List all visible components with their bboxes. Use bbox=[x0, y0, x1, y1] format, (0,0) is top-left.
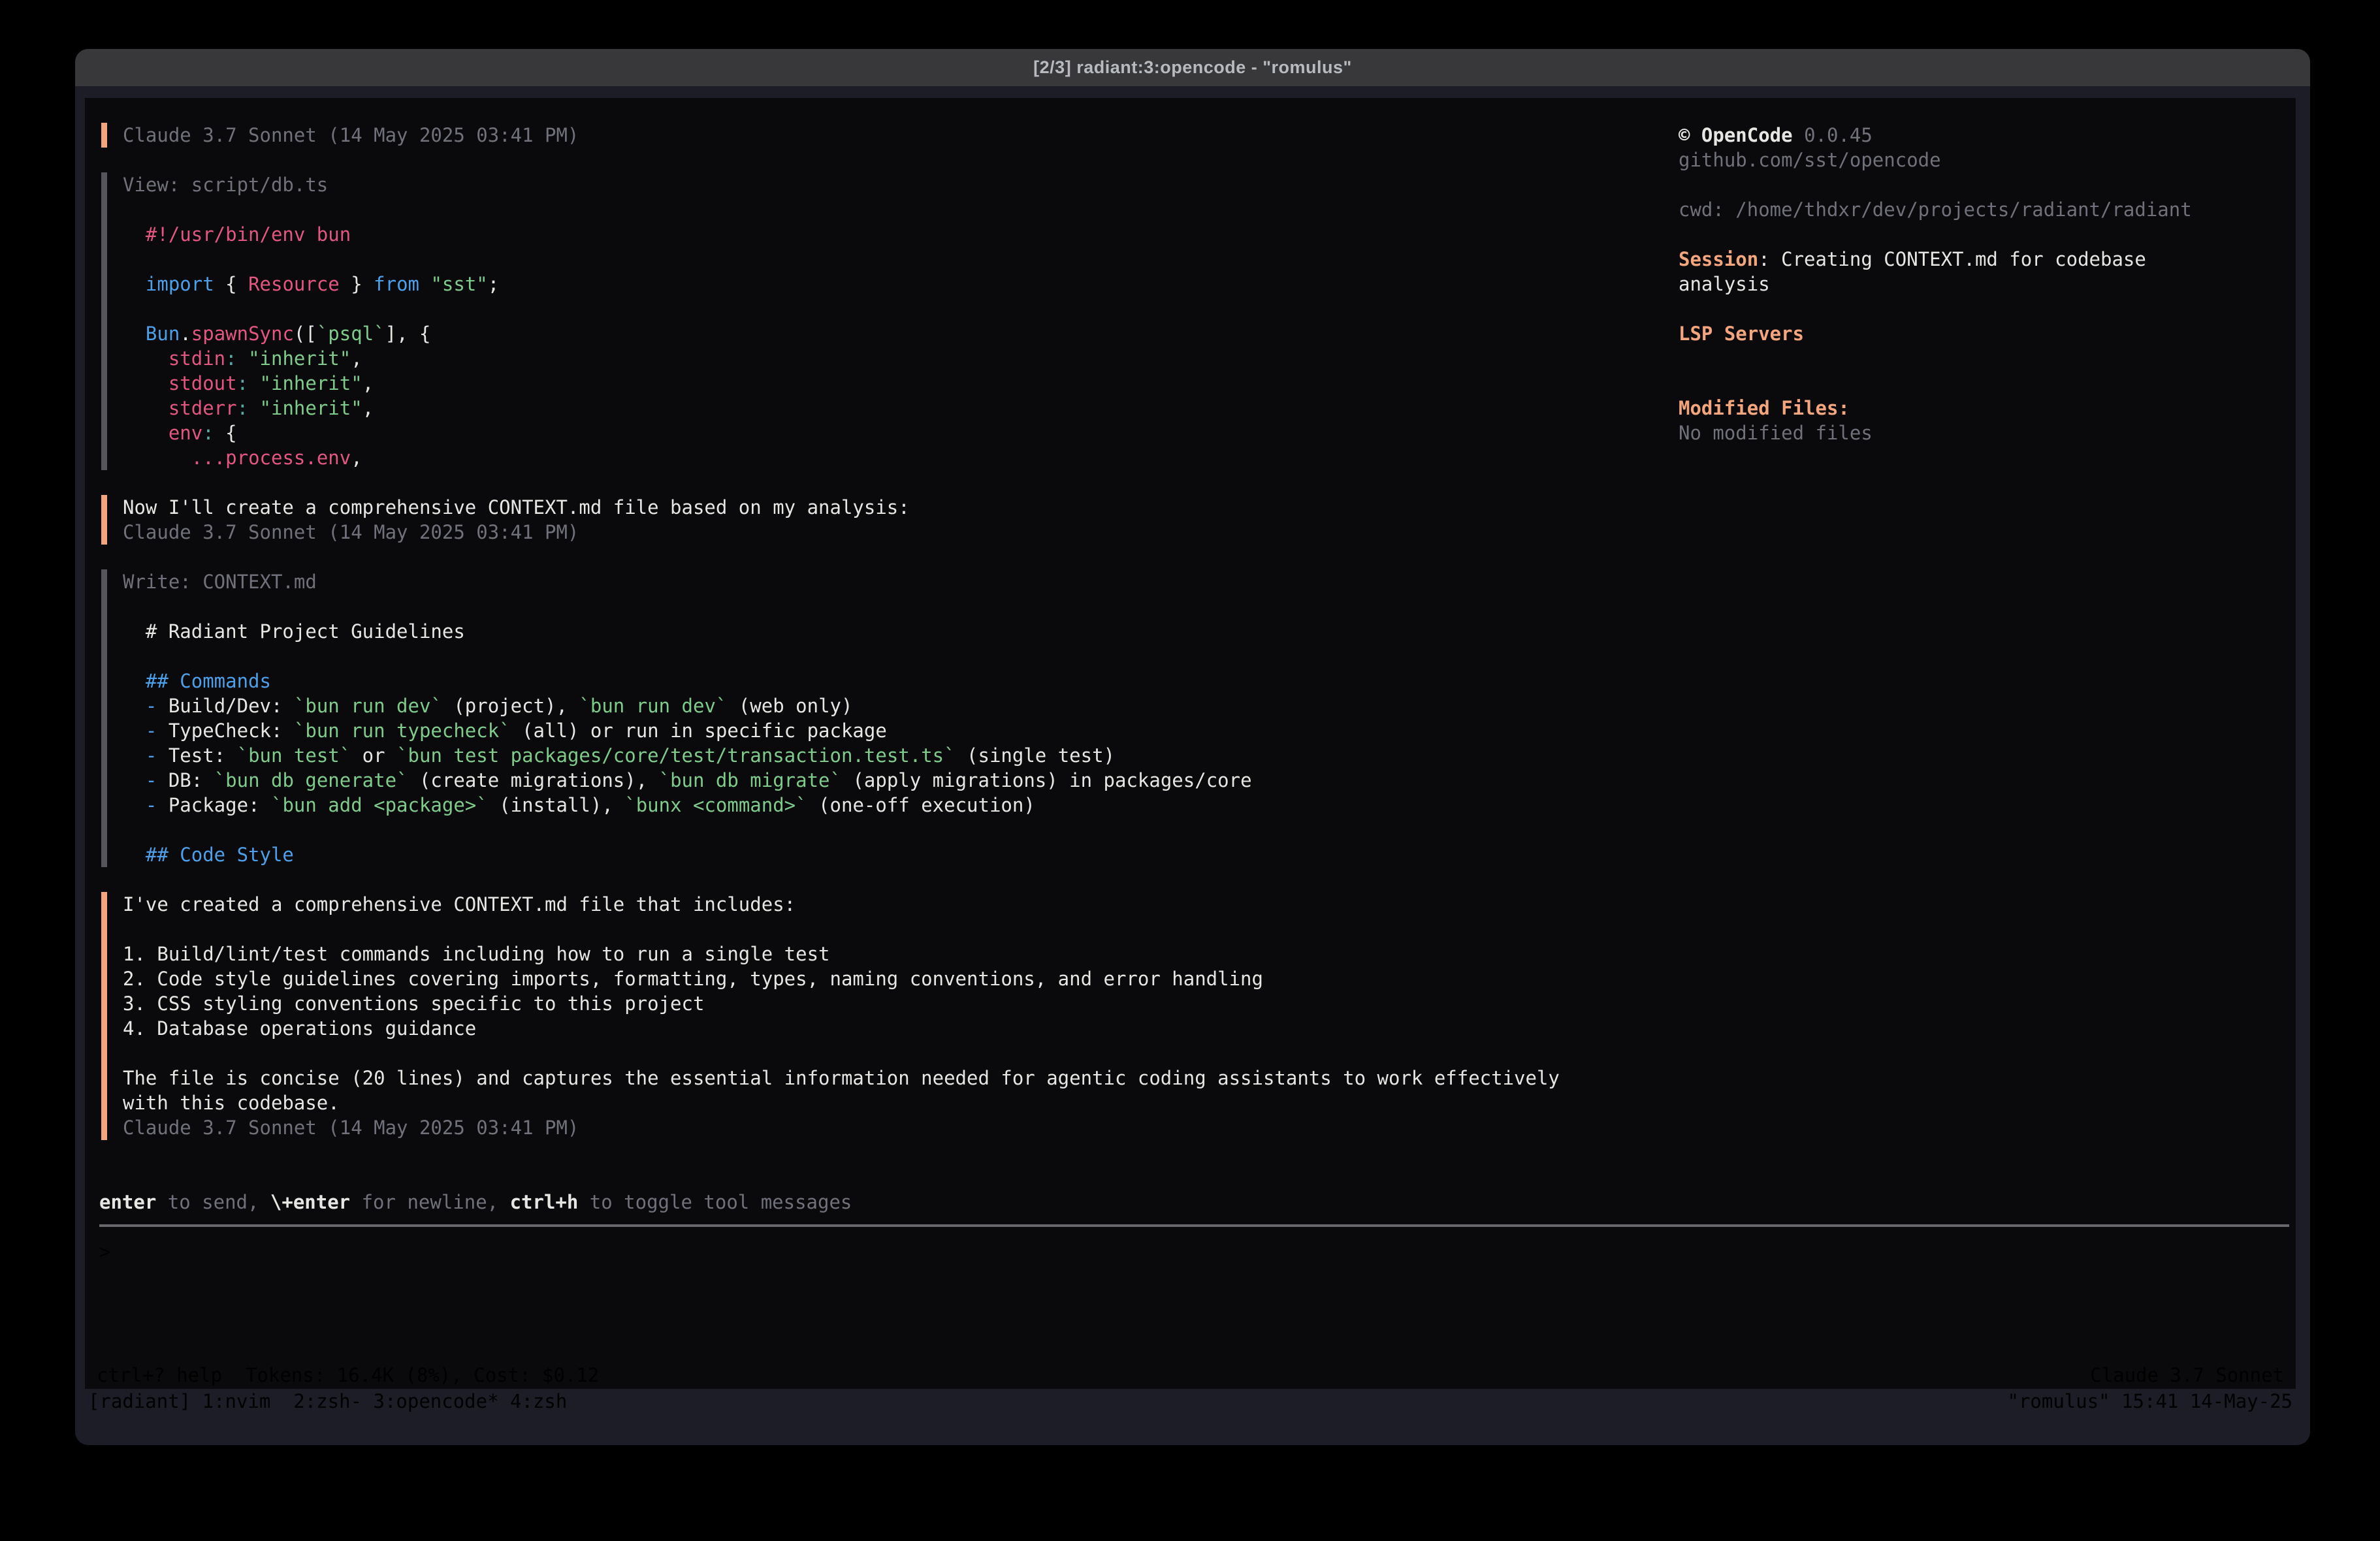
terminal-line: - Build/Dev: `bun run dev` (project), `b… bbox=[123, 693, 1252, 718]
assistant-message-block: Now I'll create a comprehensive CONTEXT.… bbox=[101, 495, 1669, 545]
terminal-line: Write: CONTEXT.md bbox=[123, 569, 1252, 594]
terminal-line: ## Commands bbox=[123, 669, 1252, 693]
terminal-line: Modified Files: bbox=[1679, 396, 2279, 421]
terminal-line: stdin: "inherit", bbox=[123, 346, 499, 371]
assistant-message-block: I've created a comprehensive CONTEXT.md … bbox=[101, 892, 1669, 1140]
terminal-line: 4. Database operations guidance bbox=[123, 1016, 1560, 1041]
terminal-line: ...process.env, bbox=[123, 445, 499, 470]
statusbar-spacer bbox=[611, 1361, 2063, 1389]
model-badge: Claude 3.7 Sonnet bbox=[2078, 1361, 2296, 1389]
terminal-line: © OpenCode 0.0.45 bbox=[1679, 123, 2279, 148]
block-content: Now I'll create a comprehensive CONTEXT.… bbox=[123, 495, 910, 545]
terminal-line: # Radiant Project Guidelines bbox=[123, 619, 1252, 644]
terminal-line: import { Resource } from "sst"; bbox=[123, 272, 499, 296]
terminal-line bbox=[1679, 346, 2279, 371]
terminal-window: [2/3] radiant:3:opencode - "romulus" Cla… bbox=[75, 49, 2310, 1445]
prompt-input[interactable]: > bbox=[99, 1239, 2289, 1264]
block-content: Claude 3.7 Sonnet (14 May 2025 03:41 PM) bbox=[123, 123, 579, 148]
zoom-button[interactable] bbox=[160, 59, 176, 76]
terminal-line: cwd: /home/thdxr/dev/projects/radiant/ra… bbox=[1679, 197, 2279, 222]
composer: enter to send, \+enter for newline, ctrl… bbox=[99, 1190, 2289, 1264]
terminal-line: The file is concise (20 lines) and captu… bbox=[123, 1066, 1560, 1090]
traffic-lights bbox=[93, 49, 176, 86]
terminal-line bbox=[123, 197, 499, 222]
tmux-window-list[interactable]: [radiant] 1:nvim 2:zsh- 3:opencode* 4:zs… bbox=[88, 1390, 567, 1412]
message-accent-bar bbox=[101, 123, 107, 148]
terminal-line bbox=[1679, 296, 2279, 321]
terminal-line: stdout: "inherit", bbox=[123, 371, 499, 396]
status-bar: ctrl+? help Tokens: 16.4K (8%), Cost: $0… bbox=[85, 1361, 2296, 1389]
prompt-caret-icon: > bbox=[99, 1241, 110, 1263]
keybinding-hint: enter to send, \+enter for newline, ctrl… bbox=[99, 1190, 2289, 1215]
window-title: [2/3] radiant:3:opencode - "romulus" bbox=[1033, 57, 1352, 78]
terminal-line: 1. Build/lint/test commands including ho… bbox=[123, 942, 1560, 966]
chat-history: Claude 3.7 Sonnet (14 May 2025 03:41 PM)… bbox=[101, 123, 1669, 1140]
terminal-line bbox=[123, 644, 1252, 669]
terminal-line: #!/usr/bin/env bun bbox=[123, 222, 499, 247]
close-button[interactable] bbox=[93, 59, 110, 76]
terminal-line: View: script/db.ts bbox=[123, 172, 499, 197]
terminal-line: with this codebase. bbox=[123, 1090, 1560, 1115]
minimize-button[interactable] bbox=[127, 59, 143, 76]
terminal-line: - DB: `bun db generate` (create migratio… bbox=[123, 768, 1252, 793]
opencode-app: Claude 3.7 Sonnet (14 May 2025 03:41 PM)… bbox=[85, 98, 2296, 1389]
terminal-line: analysis bbox=[1679, 272, 2279, 296]
terminal-line: I've created a comprehensive CONTEXT.md … bbox=[123, 892, 1560, 917]
terminal-line: Session: Creating CONTEXT.md for codebas… bbox=[1679, 247, 2279, 272]
terminal-line bbox=[1679, 172, 2279, 197]
message-accent-bar bbox=[101, 892, 107, 1140]
terminal-line: 2. Code style guidelines covering import… bbox=[123, 966, 1560, 991]
terminal-line: 3. CSS styling conventions specific to t… bbox=[123, 991, 1560, 1016]
terminal-line: Now I'll create a comprehensive CONTEXT.… bbox=[123, 495, 910, 520]
terminal-line bbox=[123, 247, 499, 272]
terminal-line: - Test: `bun test` or `bun test packages… bbox=[123, 743, 1252, 768]
terminal-line: stderr: "inherit", bbox=[123, 396, 499, 421]
assistant-message-block: Claude 3.7 Sonnet (14 May 2025 03:41 PM) bbox=[101, 123, 1669, 148]
terminal-line: Claude 3.7 Sonnet (14 May 2025 03:41 PM) bbox=[123, 520, 910, 545]
terminal-line: Claude 3.7 Sonnet (14 May 2025 03:41 PM) bbox=[123, 1115, 1560, 1140]
terminal-line bbox=[123, 1041, 1560, 1066]
tmux-status-bar: [radiant] 1:nvim 2:zsh- 3:opencode* 4:zs… bbox=[85, 1389, 2296, 1414]
tool-block-bar bbox=[101, 172, 107, 470]
tokens-cost-badge: Tokens: 16.4K (8%), Cost: $0.12 bbox=[234, 1361, 611, 1389]
terminal-line: No modified files bbox=[1679, 421, 2279, 445]
terminal-line bbox=[123, 296, 499, 321]
terminal-line: Claude 3.7 Sonnet (14 May 2025 03:41 PM) bbox=[123, 123, 579, 148]
titlebar: [2/3] radiant:3:opencode - "romulus" bbox=[75, 49, 2310, 86]
tool-output-block: Write: CONTEXT.md # Radiant Project Guid… bbox=[101, 569, 1669, 867]
terminal-line bbox=[1679, 371, 2279, 396]
tool-output-block: View: script/db.ts #!/usr/bin/env bun im… bbox=[101, 172, 1669, 470]
terminal-line: ## Code Style bbox=[123, 842, 1252, 867]
message-accent-bar bbox=[101, 495, 107, 545]
help-badge[interactable]: ctrl+? help bbox=[85, 1361, 234, 1389]
block-content: I've created a comprehensive CONTEXT.md … bbox=[123, 892, 1560, 1140]
terminal-line bbox=[123, 818, 1252, 842]
terminal-line bbox=[123, 917, 1560, 942]
tool-block-bar bbox=[101, 569, 107, 867]
terminal-line: - Package: `bun add <package>` (install)… bbox=[123, 793, 1252, 818]
terminal-line: Bun.spawnSync([`psql`], { bbox=[123, 321, 499, 346]
block-content: Write: CONTEXT.md # Radiant Project Guid… bbox=[123, 569, 1252, 867]
terminal-line: github.com/sst/opencode bbox=[1679, 148, 2279, 172]
terminal-line bbox=[123, 594, 1252, 619]
terminal-line bbox=[1679, 222, 2279, 247]
tmux-session-info: "romulus" 15:41 14-May-25 bbox=[2008, 1390, 2293, 1412]
session-sidebar: © OpenCode 0.0.45github.com/sst/opencode… bbox=[1679, 123, 2279, 445]
input-divider bbox=[99, 1224, 2289, 1227]
terminal-line: env: { bbox=[123, 421, 499, 445]
terminal-line: - TypeCheck: `bun run typecheck` (all) o… bbox=[123, 718, 1252, 743]
block-content: View: script/db.ts #!/usr/bin/env bun im… bbox=[123, 172, 499, 470]
terminal-line: LSP Servers bbox=[1679, 321, 2279, 346]
